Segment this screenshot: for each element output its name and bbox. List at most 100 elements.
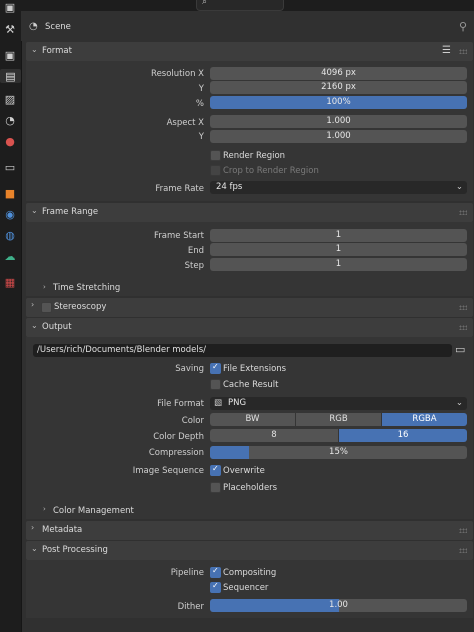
frame-start-label: Frame Start xyxy=(154,231,204,241)
drag-handle-icon[interactable] xyxy=(459,325,467,330)
placeholders-checkbox[interactable] xyxy=(210,482,221,493)
compositing-checkbox[interactable] xyxy=(210,566,221,578)
aspect-x-field[interactable]: 1.000 xyxy=(210,115,467,128)
file-extensions-checkbox[interactable] xyxy=(210,362,221,374)
pin-icon[interactable]: ⚲ xyxy=(459,20,467,33)
context-title: Scene xyxy=(45,22,71,32)
resolution-x-label: Resolution X xyxy=(151,69,204,79)
crop-region-checkbox[interactable] xyxy=(210,165,221,176)
chevron-down-icon: ⌄ xyxy=(31,544,38,553)
drag-handle-icon[interactable] xyxy=(459,528,467,533)
chevron-down-icon: ⌄ xyxy=(31,206,38,215)
panel-header-output[interactable]: ⌄ Output xyxy=(26,318,473,337)
chevron-down-icon: ⌄ xyxy=(31,45,38,54)
frame-end-field[interactable]: 1 xyxy=(210,243,467,256)
overwrite-checkbox[interactable] xyxy=(210,464,221,476)
frame-rate-dropdown[interactable]: 24 fps ⌄ xyxy=(210,181,467,194)
compression-label: Compression xyxy=(148,448,204,458)
drag-handle-icon[interactable] xyxy=(459,305,467,310)
image-icon: ▧ xyxy=(214,398,223,408)
frame-step-field[interactable]: 1 xyxy=(210,258,467,271)
properties-header: ◔ Scene ⚲ xyxy=(21,11,474,41)
chevron-right-icon[interactable]: › xyxy=(43,505,46,513)
modifier-icon[interactable]: ◉ xyxy=(3,207,17,221)
file-format-dropdown[interactable]: ▧ PNG ⌄ xyxy=(210,397,467,410)
frame-start-field[interactable]: 1 xyxy=(210,229,467,242)
frame-rate-label: Frame Rate xyxy=(155,184,204,194)
aspect-y-label: Y xyxy=(198,132,204,142)
drag-handle-icon[interactable] xyxy=(459,210,467,215)
stereoscopy-checkbox[interactable] xyxy=(41,302,52,313)
chevron-right-icon: › xyxy=(31,523,35,532)
output-icon[interactable]: ▤ xyxy=(0,69,21,83)
panel-title: Format xyxy=(42,46,72,56)
panel-title: Stereoscopy xyxy=(54,302,107,312)
chevron-down-icon: ⌄ xyxy=(455,398,463,408)
resolution-percent-slider[interactable]: 100% xyxy=(210,96,467,109)
file-format-value: PNG xyxy=(228,398,247,408)
scene-icon[interactable]: ◔ xyxy=(3,113,17,127)
dither-slider[interactable]: 1.00 xyxy=(210,599,467,612)
folder-icon[interactable]: ▭ xyxy=(455,343,465,356)
render-region-label: Render Region xyxy=(223,151,286,161)
search-field[interactable]: ⌕ xyxy=(196,0,284,11)
panel-header-format[interactable]: ⌄ Format ☰ xyxy=(26,42,473,61)
overwrite-label: Overwrite xyxy=(223,466,265,476)
drag-handle-icon[interactable] xyxy=(459,49,467,54)
saving-label: Saving xyxy=(175,364,204,374)
render-icon[interactable]: ▣ xyxy=(3,48,17,62)
scene-icon: ◔ xyxy=(29,21,38,32)
presets-list-icon[interactable]: ☰ xyxy=(442,45,451,56)
subpanel-color-management[interactable]: Color Management xyxy=(53,506,134,516)
color-depth-label: Color Depth xyxy=(153,432,204,442)
tool-icon[interactable]: ⚒ xyxy=(3,22,17,36)
sequencer-checkbox[interactable] xyxy=(210,581,221,593)
color-bw-option[interactable]: BW xyxy=(210,413,295,426)
editor-type-icon[interactable]: ▣ xyxy=(3,0,17,14)
collection-icon[interactable]: ▭ xyxy=(3,160,17,174)
panel-header-frame-range[interactable]: ⌄ Frame Range xyxy=(26,203,473,222)
color-rgb-option[interactable]: RGB xyxy=(296,413,381,426)
compression-slider[interactable]: 15% xyxy=(210,446,467,459)
aspect-y-field[interactable]: 1.000 xyxy=(210,130,467,143)
depth-8-option[interactable]: 8 xyxy=(210,429,338,442)
output-path-field[interactable]: /Users/rich/Documents/Blender models/ xyxy=(33,344,452,357)
view-layer-icon[interactable]: ▨ xyxy=(3,92,17,106)
world-icon[interactable]: ● xyxy=(3,134,17,148)
chevron-down-icon: ⌄ xyxy=(31,321,38,330)
color-label: Color xyxy=(181,416,204,426)
object-icon[interactable]: ■ xyxy=(3,186,17,200)
dither-value: 1.00 xyxy=(329,600,348,610)
subpanel-time-stretching[interactable]: Time Stretching xyxy=(53,283,120,293)
cache-result-label: Cache Result xyxy=(223,380,279,390)
crop-region-label: Crop to Render Region xyxy=(223,166,319,176)
aspect-x-label: Aspect X xyxy=(166,118,204,128)
properties-tab-bar: ▣ ⚒ ▣ ▤ ▨ ◔ ● ▭ ■ ◉ ◍ ☁ ▦ xyxy=(0,0,22,632)
resolution-x-field[interactable]: 4096 px xyxy=(210,67,467,80)
sequencer-label: Sequencer xyxy=(223,583,269,593)
compression-value: 15% xyxy=(329,447,348,457)
panel-title: Post Processing xyxy=(42,545,108,555)
image-sequence-label: Image Sequence xyxy=(132,466,204,476)
file-extensions-label: File Extensions xyxy=(223,364,287,374)
drag-handle-icon[interactable] xyxy=(459,548,467,553)
dither-label: Dither xyxy=(177,602,204,612)
render-region-checkbox[interactable] xyxy=(210,150,221,161)
depth-16-option[interactable]: 16 xyxy=(339,429,467,442)
physics-icon[interactable]: ☁ xyxy=(3,249,17,263)
chevron-right-icon: › xyxy=(31,300,35,309)
panel-header-post-processing[interactable]: ⌄ Post Processing xyxy=(26,541,473,560)
resolution-percent-label: % xyxy=(195,99,204,109)
color-rgba-option[interactable]: RGBA xyxy=(382,413,467,426)
panel-header-metadata[interactable]: › Metadata xyxy=(26,521,473,540)
placeholders-label: Placeholders xyxy=(223,483,278,493)
cache-result-checkbox[interactable] xyxy=(210,379,221,390)
texture-icon[interactable]: ▦ xyxy=(3,275,17,289)
particles-icon[interactable]: ◍ xyxy=(3,228,17,242)
chevron-right-icon[interactable]: › xyxy=(43,283,46,291)
panel-title: Frame Range xyxy=(42,207,99,217)
panel-title: Output xyxy=(42,322,72,332)
frame-step-label: Step xyxy=(184,261,204,271)
panel-header-stereoscopy[interactable]: › Stereoscopy xyxy=(26,298,473,317)
resolution-y-field[interactable]: 2160 px xyxy=(210,81,467,94)
